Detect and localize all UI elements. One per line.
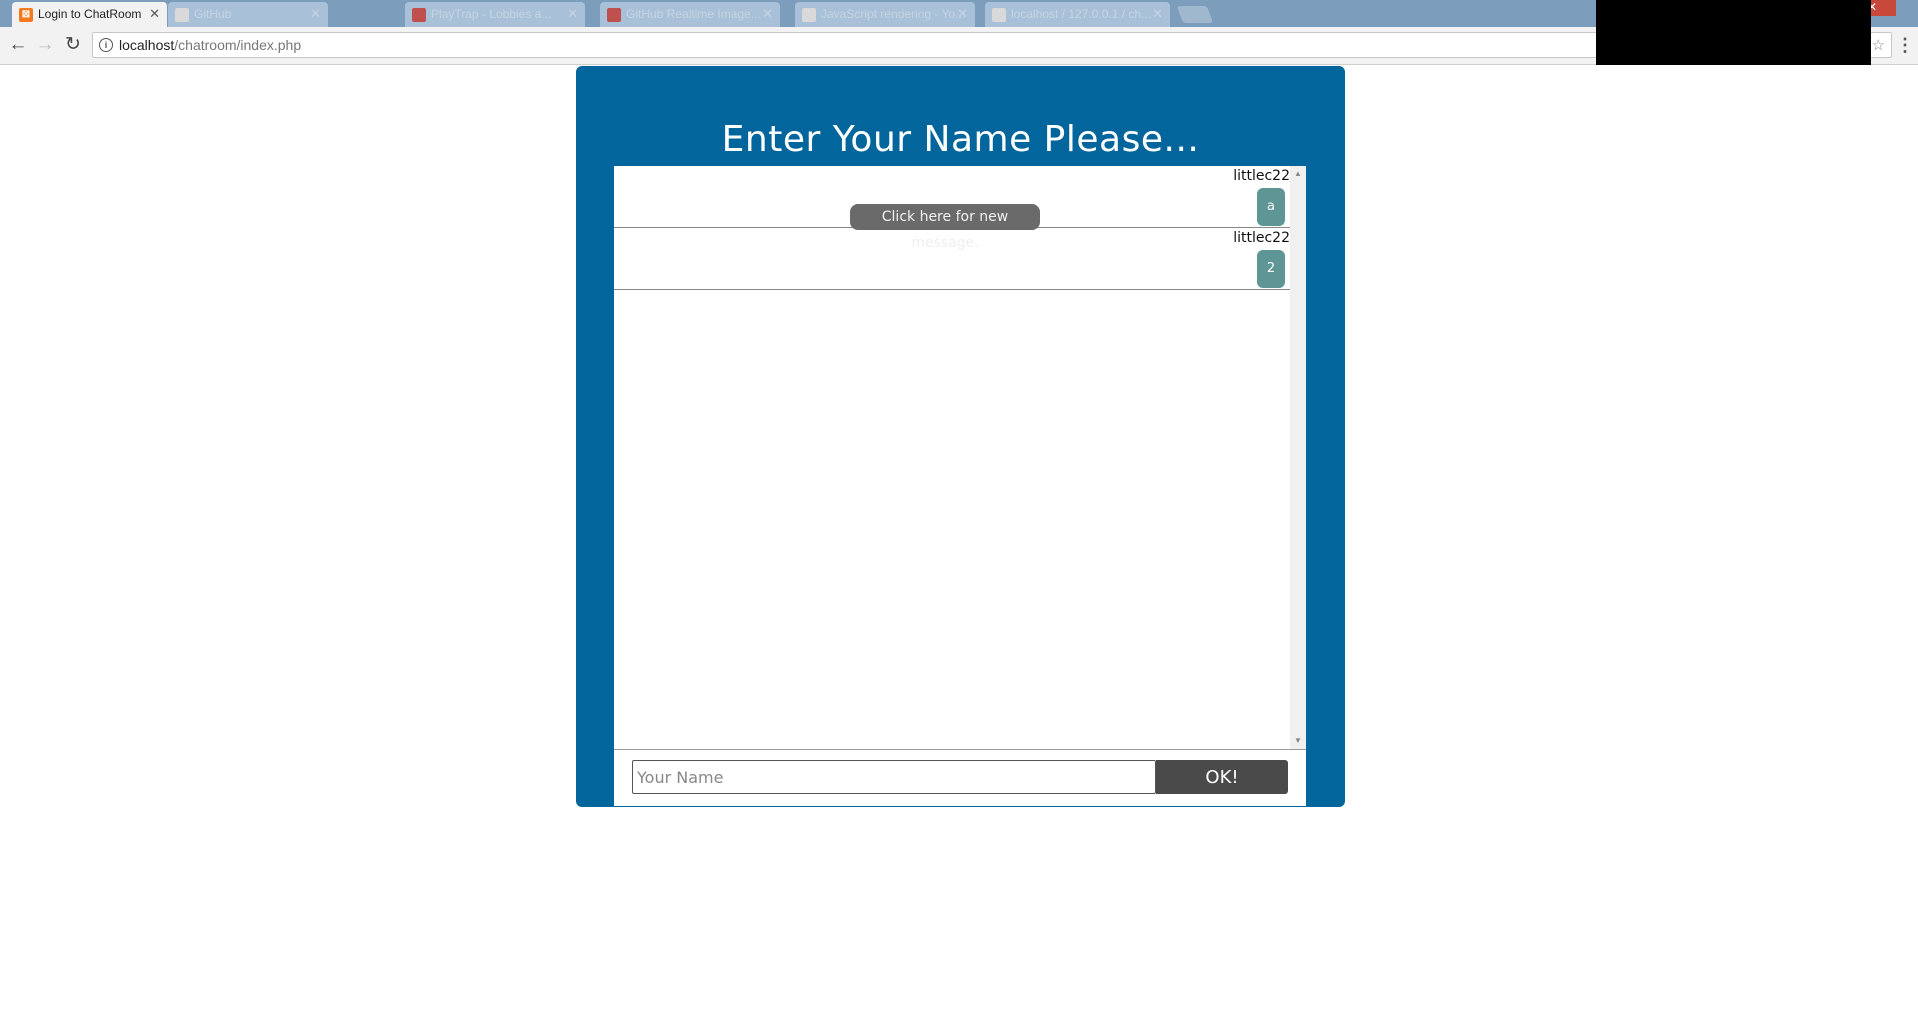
chat-box: littlec22 a littlec22 2 Click here for n… bbox=[614, 166, 1306, 806]
page-title: Enter Your Name Please... bbox=[721, 119, 1200, 160]
new-message-notice[interactable]: Click here for new message. bbox=[850, 204, 1040, 251]
name-input[interactable] bbox=[632, 760, 1156, 794]
tab-github[interactable]: GitHub ✕ bbox=[168, 2, 328, 27]
tab-label: PlayTrap - Lobbies a... bbox=[431, 7, 552, 21]
page-icon bbox=[802, 8, 816, 22]
url-path: /chatroom/index.php bbox=[174, 37, 302, 53]
youtube-icon bbox=[412, 8, 426, 22]
tab-label: GitHub Realtime Image... bbox=[626, 7, 761, 21]
scroll-up-icon[interactable]: ▲ bbox=[1290, 168, 1306, 180]
reload-icon[interactable]: ↻ bbox=[62, 35, 84, 57]
browser-menu-icon[interactable]: ⋮ bbox=[1896, 35, 1914, 57]
tab-label: Login to ChatRoom bbox=[38, 7, 142, 21]
close-icon[interactable]: ✕ bbox=[310, 7, 321, 21]
close-icon[interactable]: ✕ bbox=[957, 7, 968, 21]
url-host: localhost bbox=[119, 37, 175, 53]
redacted-area bbox=[1596, 0, 1871, 65]
tab-label: localhost / 127.0.0.1 / ch... bbox=[1011, 7, 1152, 21]
forward-arrow-icon[interactable]: → bbox=[34, 35, 56, 57]
close-icon[interactable]: ✕ bbox=[567, 7, 578, 21]
url-text[interactable]: localhost/chatroom/index.php bbox=[119, 37, 301, 53]
bookmark-star-icon[interactable]: ☆ bbox=[1872, 36, 1885, 54]
youtube-icon bbox=[607, 8, 621, 22]
info-icon[interactable]: i bbox=[99, 38, 113, 52]
name-form: OK! bbox=[614, 749, 1306, 806]
close-icon[interactable]: ✕ bbox=[1152, 7, 1163, 21]
tab-github-realtime[interactable]: GitHub Realtime Image... ✕ bbox=[600, 2, 780, 27]
message-list: littlec22 a littlec22 2 Click here for n… bbox=[614, 166, 1290, 749]
scroll-down-icon[interactable]: ▼ bbox=[1290, 735, 1306, 747]
scrollbar[interactable]: ▲ ▼ bbox=[1290, 166, 1306, 749]
chat-panel: Enter Your Name Please... littlec22 a li… bbox=[576, 66, 1345, 807]
xampp-icon: ⊠ bbox=[19, 8, 33, 22]
message-author: littlec22 bbox=[1233, 230, 1290, 246]
page-icon bbox=[992, 8, 1006, 22]
close-icon[interactable]: ✕ bbox=[762, 7, 773, 21]
ok-button[interactable]: OK! bbox=[1156, 760, 1288, 794]
message-bubble: 2 bbox=[1257, 250, 1285, 288]
close-icon[interactable]: ✕ bbox=[149, 7, 160, 21]
back-arrow-icon[interactable]: ← bbox=[7, 35, 29, 57]
message-bubble: a bbox=[1257, 188, 1285, 226]
tab-javascript-rendering[interactable]: JavaScript rendering - Yo... ✕ bbox=[795, 2, 975, 27]
message-author: littlec22 bbox=[1233, 168, 1290, 184]
page-icon bbox=[175, 8, 189, 22]
tab-playtrap[interactable]: PlayTrap - Lobbies a... ✕ bbox=[405, 2, 585, 27]
tab-label: GitHub bbox=[194, 7, 232, 21]
tab-login-to-chatroom[interactable]: ⊠ Login to ChatRoom ✕ bbox=[12, 2, 167, 27]
new-tab-button[interactable] bbox=[1176, 6, 1214, 23]
tab-label: JavaScript rendering - Yo... bbox=[821, 7, 966, 21]
tab-localhost-phpmyadmin[interactable]: localhost / 127.0.0.1 / ch... ✕ bbox=[985, 2, 1170, 27]
